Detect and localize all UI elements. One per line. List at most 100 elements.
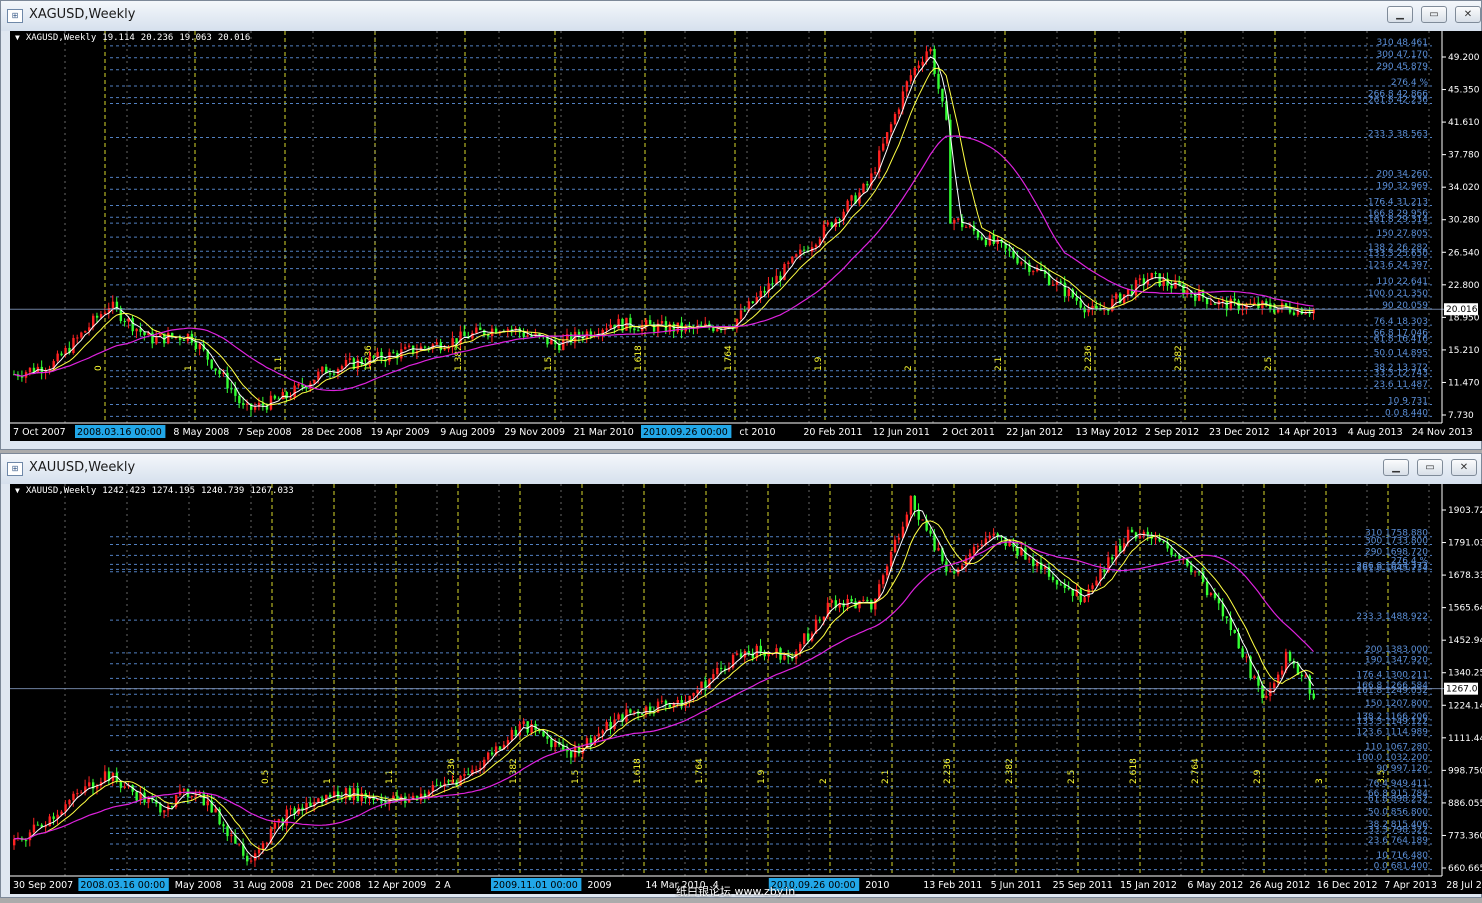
fib-time-label: 1.1	[274, 357, 284, 371]
date-tick-label: 20 Feb 2011	[803, 427, 862, 438]
candle-body	[767, 654, 770, 657]
candle-body	[641, 714, 644, 716]
collapse-triangle-icon[interactable]: ▼	[15, 486, 20, 495]
candle-body	[490, 752, 494, 755]
candle-body	[1063, 282, 1067, 297]
fib-level-label: 110 22.641	[1376, 277, 1428, 287]
forum-watermark: 纸白银论坛 www.zby.in	[676, 885, 796, 898]
candle-body	[984, 239, 988, 246]
candle-body	[1036, 562, 1039, 567]
candle-body	[771, 283, 774, 285]
candle-body	[850, 195, 853, 201]
price-chart-canvas[interactable]: 0.5 1 1.1 1.236 1.382 1.5 1.618 1.764 1.9 2 2.1 2.2…	[10, 484, 1482, 894]
candle-body	[475, 327, 478, 333]
chart-window-xauusd[interactable]: ⊞ XAUUSD,Weekly ▁ ▭ ✕ 0.5 1 1.1 1.236 1.382 1…	[0, 453, 1482, 898]
candle-body	[289, 397, 292, 399]
candle-body	[874, 598, 877, 610]
grid-layer: 0.5 1 1.1 1.236 1.382 1.5 1.618 1.764 1.9 2 2.1 2.2…	[64, 484, 1430, 876]
close-button[interactable]: ✕	[1451, 459, 1477, 476]
minimize-button[interactable]: ▁	[1383, 459, 1409, 476]
fib-level-label: 33.3 12.743	[1374, 369, 1428, 379]
candle-body	[167, 332, 170, 344]
candle-body	[953, 571, 956, 574]
chart-window-xagusd[interactable]: ⊞ XAGUSD,Weekly ▁ ▭ ✕ 011.11.2361.3821.5…	[0, 0, 1482, 450]
fib-time-label: 2.5	[1264, 357, 1274, 371]
window-titlebar[interactable]: ⊞ XAGUSD,Weekly ▁ ▭ ✕	[1, 1, 1481, 31]
candle-body	[696, 690, 699, 694]
fib-level-label: 23.6 11.487	[1374, 380, 1428, 390]
candle-body	[103, 771, 107, 782]
candle-body	[1119, 545, 1122, 552]
candle-body	[1209, 303, 1213, 305]
candle-body	[317, 798, 320, 803]
candle-body	[246, 403, 249, 405]
date-tick-label: May 2008	[175, 880, 222, 891]
candle-body	[522, 332, 525, 337]
candle-body	[1020, 262, 1023, 264]
legend-close: 20.016	[217, 33, 251, 43]
candle-body	[921, 61, 924, 66]
candle-body	[980, 237, 984, 240]
fib-level-label: 200 34.260	[1376, 169, 1428, 179]
candle-body	[743, 310, 747, 312]
candle-body	[862, 183, 865, 193]
minimize-button[interactable]: ▁	[1387, 6, 1413, 23]
candle-body	[72, 337, 75, 354]
candle-body	[893, 539, 897, 552]
candle-body	[171, 805, 174, 808]
price-chart-canvas[interactable]: 011.11.2361.3821.51.6181.7641.922.12.236…	[10, 31, 1482, 441]
price-tick-label: 15.210	[1448, 346, 1480, 356]
candle-body	[56, 353, 59, 362]
candle-body	[617, 714, 620, 720]
candle-body	[226, 826, 229, 837]
candle-body	[261, 843, 265, 850]
fib-level-label: 310 48.461	[1376, 38, 1428, 48]
candle-body	[953, 219, 956, 224]
date-tick-label: 2010	[865, 880, 889, 891]
candle-body	[1099, 569, 1102, 581]
candle-body	[889, 124, 893, 133]
candle-body	[182, 788, 186, 791]
candle-body	[885, 566, 889, 576]
candle-body	[202, 792, 205, 806]
candle-body	[601, 730, 604, 734]
chart-window-icon: ⊞	[7, 462, 23, 476]
candle-body	[1292, 312, 1296, 315]
candles	[13, 495, 1315, 867]
candle-body	[692, 693, 695, 696]
fib-time-label: 2	[904, 365, 914, 371]
candle-body	[783, 263, 786, 280]
candle-body	[435, 342, 439, 345]
candle-body	[957, 218, 960, 220]
fib-time-label: 1	[323, 778, 333, 784]
candle-body	[550, 738, 553, 748]
fib-level-label: 123.6 24.397	[1368, 261, 1428, 271]
candle-body	[992, 533, 995, 536]
date-tick-label: 2010.09.26 00:00	[643, 427, 728, 438]
maximize-button[interactable]: ▭	[1421, 6, 1447, 23]
candle-body	[637, 330, 640, 332]
fib-level-label: 233.3 1488.922	[1356, 612, 1428, 622]
window-titlebar[interactable]: ⊞ XAUUSD,Weekly ▁ ▭ ✕	[1, 454, 1481, 484]
date-tick-label: 2008.03.16 00:00	[77, 427, 162, 438]
date-tick-label: 9 Aug 2009	[440, 427, 495, 438]
collapse-triangle-icon[interactable]: ▼	[15, 33, 20, 42]
current-price-label: 1267.033	[1446, 685, 1482, 695]
candle-body	[1265, 696, 1268, 699]
candle-body	[676, 699, 679, 703]
candle-body	[1170, 285, 1173, 289]
fib-level-label: 290 45.879	[1376, 62, 1428, 72]
price-tick-label: 26.540	[1448, 248, 1480, 258]
close-button[interactable]: ✕	[1455, 6, 1481, 23]
candle-body	[344, 359, 348, 367]
candle-body	[1245, 656, 1248, 658]
maximize-button[interactable]: ▭	[1417, 459, 1443, 476]
price-tick-label: 1903.725	[1448, 506, 1482, 516]
date-tick-label: 12 Jun 2011	[873, 427, 930, 438]
price-tick-label: 49.200	[1448, 53, 1480, 63]
candle-body	[206, 800, 209, 806]
date-tick-label: 15 Jan 2012	[1120, 880, 1177, 891]
legend-high: 20.236	[140, 33, 174, 43]
candle-body	[155, 336, 158, 344]
candle-body	[526, 335, 529, 337]
